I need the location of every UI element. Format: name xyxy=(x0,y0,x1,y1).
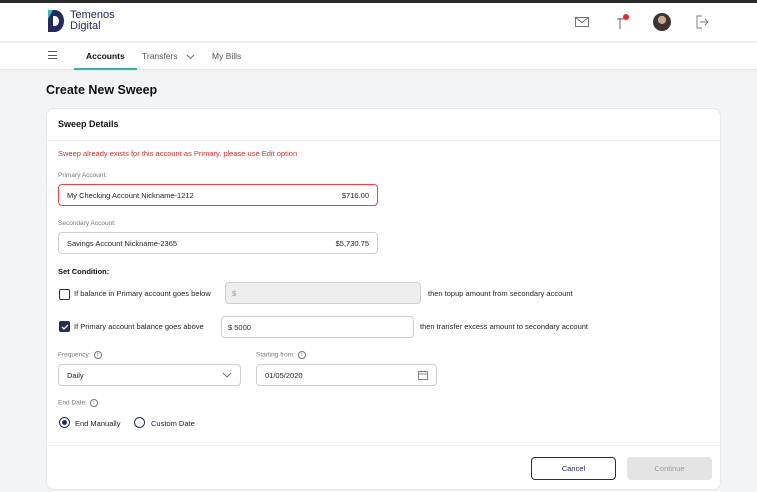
secondary-account-balance: $5,730.75 xyxy=(335,238,369,248)
frequency-value: Daily xyxy=(67,370,84,380)
main-nav: Accounts Transfers My Bills xyxy=(0,43,757,70)
avatar xyxy=(653,13,671,31)
card-title: Sweep Details xyxy=(58,119,119,129)
brand-name: Temenos Digital xyxy=(70,10,115,32)
tab-transfers[interactable]: Transfers xyxy=(142,43,195,70)
start-date-value: 01/05/2020 xyxy=(265,370,303,380)
logout-icon[interactable] xyxy=(692,12,712,32)
primary-account-name: My Checking Account Nickname-1212 xyxy=(67,190,194,200)
tab-accounts[interactable]: Accounts xyxy=(74,43,137,70)
below-amount-placeholder: $ xyxy=(232,288,237,298)
tab-my-bills[interactable]: My Bills xyxy=(212,43,241,70)
starting-from-label-text: Starting from: xyxy=(256,351,296,359)
divider xyxy=(47,140,720,141)
calendar-icon[interactable] xyxy=(418,370,428,380)
chevron-down-icon xyxy=(186,54,195,59)
above-amount-value: $ 5000 xyxy=(228,322,251,332)
end-date-label-text: End Date: xyxy=(58,399,87,407)
frequency-label: Frequency: i xyxy=(58,351,102,359)
custom-date-label[interactable]: Custom Date xyxy=(151,419,195,428)
error-message: Sweep already exists for this account as… xyxy=(58,149,298,158)
secondary-account-label: Secondary Account: xyxy=(58,220,116,227)
footer-divider xyxy=(47,445,720,446)
radio-selected-dot xyxy=(62,420,67,425)
info-icon[interactable]: i xyxy=(93,351,102,359)
below-condition-suffix: then topup amount from secondary account xyxy=(428,289,573,298)
start-date-input[interactable]: 01/05/2020 xyxy=(256,364,437,386)
sweep-details-card: Sweep Details Sweep already exists for t… xyxy=(46,108,721,490)
primary-account-label: Primary Account: xyxy=(58,172,108,179)
chevron-down-icon xyxy=(222,372,232,378)
below-amount-input[interactable]: $ xyxy=(225,282,421,304)
below-condition-label: If balance in Primary account goes below xyxy=(74,289,211,298)
logo-mark-icon xyxy=(46,10,65,32)
top-header: Temenos Digital xyxy=(0,3,757,42)
brand-logo[interactable]: Temenos Digital xyxy=(46,10,115,32)
page-title: Create New Sweep xyxy=(46,83,158,97)
info-icon[interactable]: i xyxy=(89,399,98,407)
hamburger-menu-icon[interactable] xyxy=(48,51,57,59)
above-amount-input[interactable]: $ 5000 xyxy=(221,316,414,338)
envelope-icon[interactable] xyxy=(572,12,592,32)
secondary-account-name: Savings Account Nickname-2365 xyxy=(67,238,178,248)
brand-name-line2: Digital xyxy=(70,20,101,32)
user-avatar[interactable] xyxy=(652,12,672,32)
below-condition-checkbox[interactable] xyxy=(59,289,70,300)
frequency-select[interactable]: Daily xyxy=(58,364,241,386)
end-date-label: End Date: i xyxy=(58,399,98,407)
above-condition-suffix: then transfer excess amount to secondary… xyxy=(420,322,589,331)
starting-from-label: Starting from: i xyxy=(256,351,307,359)
tab-transfers-label: Transfers xyxy=(142,51,178,61)
above-condition-label: If Primary account balance goes above xyxy=(74,322,204,331)
end-manually-label[interactable]: End Manually xyxy=(75,419,120,428)
primary-account-select[interactable]: My Checking Account Nickname-1212 $716.0… xyxy=(58,184,378,206)
above-condition-checkbox[interactable] xyxy=(59,321,70,332)
info-icon[interactable]: i xyxy=(298,351,307,359)
end-manually-radio[interactable] xyxy=(59,417,70,428)
custom-date-radio[interactable] xyxy=(134,417,145,428)
primary-account-balance: $716.00 xyxy=(341,190,369,200)
cancel-button[interactable]: Cancel xyxy=(531,457,616,480)
secondary-account-select[interactable]: Savings Account Nickname-2365 $5,730.75 xyxy=(58,232,378,254)
notification-flag-icon[interactable] xyxy=(613,12,633,32)
continue-button[interactable]: Continue xyxy=(627,457,712,480)
set-condition-title: Set Condition: xyxy=(58,267,110,276)
checkmark-icon xyxy=(61,324,68,330)
frequency-label-text: Frequency: xyxy=(58,351,91,359)
